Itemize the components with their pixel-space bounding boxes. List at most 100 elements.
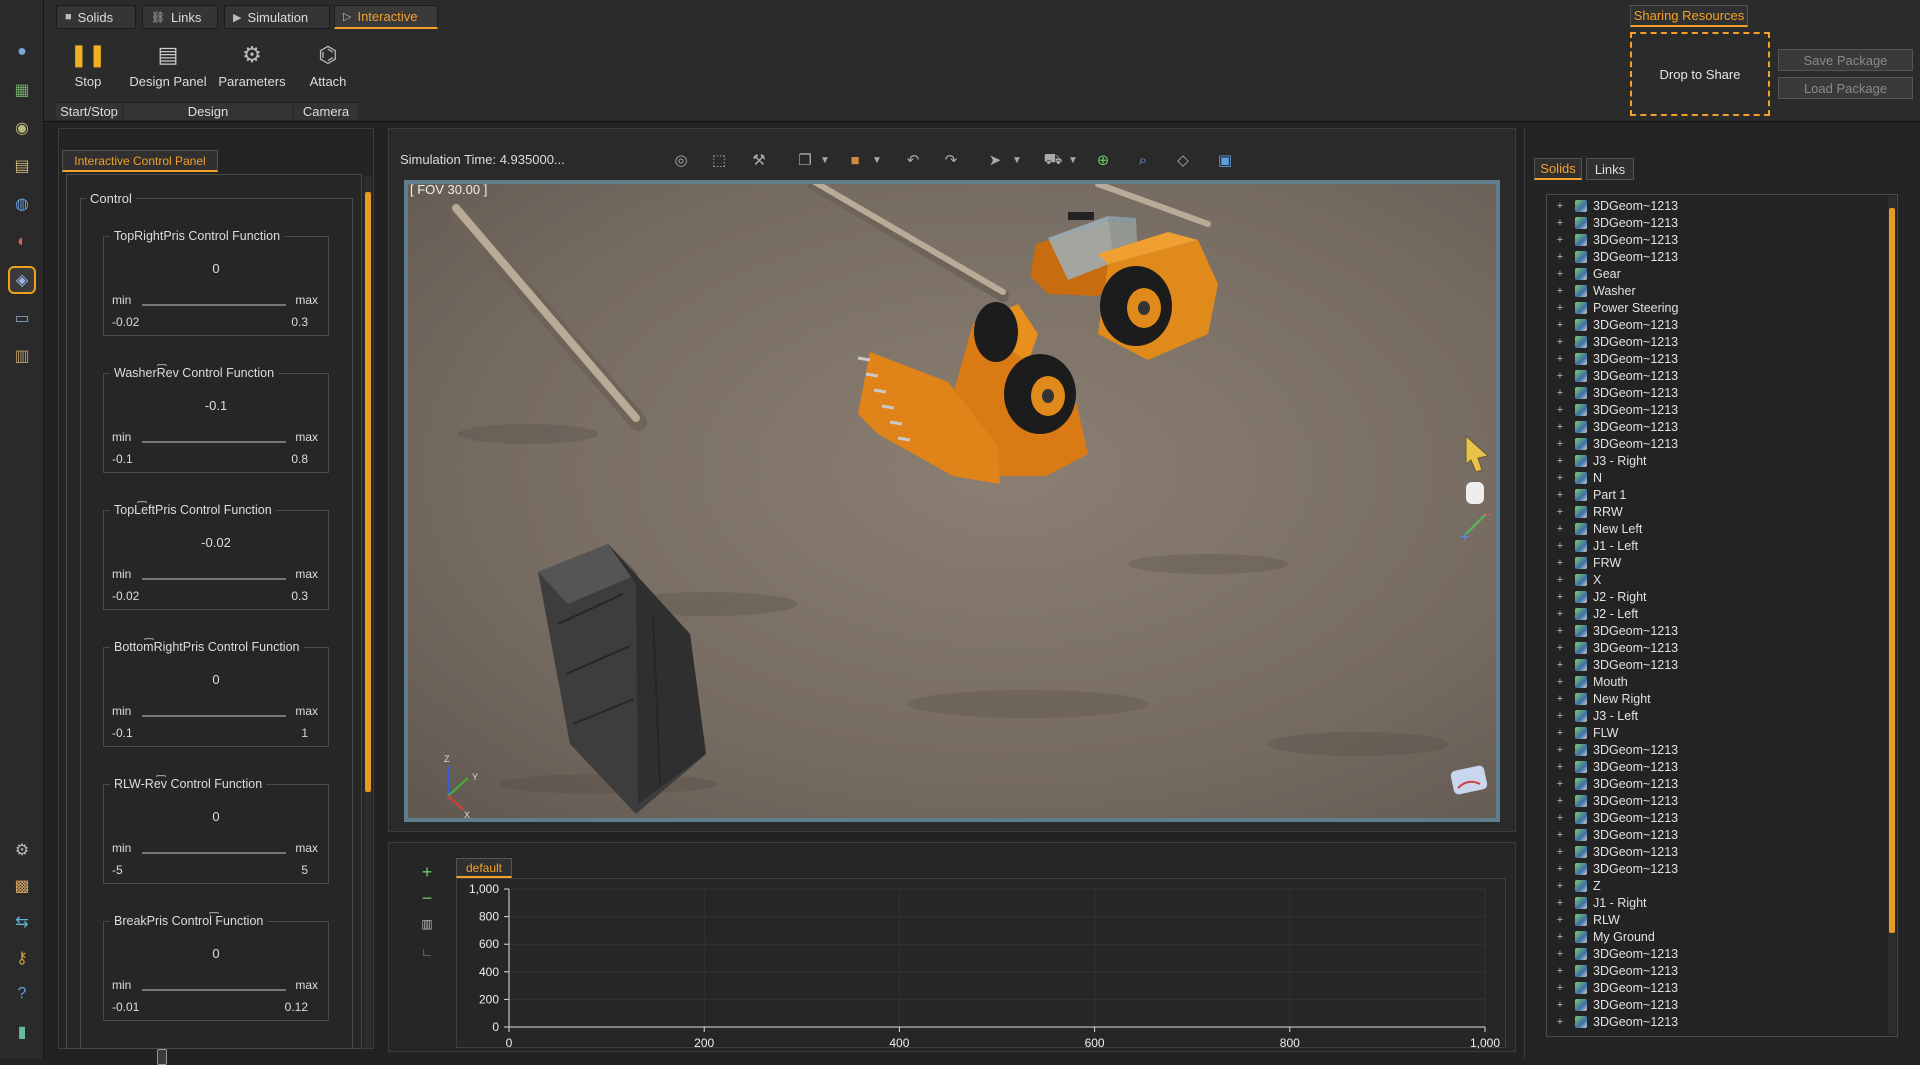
tree-item[interactable]: +3DGeom~1213 bbox=[1547, 962, 1678, 979]
expand-icon[interactable]: + bbox=[1553, 914, 1567, 926]
tree-item[interactable]: +3DGeom~1213 bbox=[1547, 979, 1678, 996]
slider-track[interactable] bbox=[137, 441, 286, 517]
screen-capture-icon[interactable]: ▣ bbox=[1212, 148, 1238, 172]
add-graph-icon[interactable]: + bbox=[414, 860, 440, 884]
expand-icon[interactable]: + bbox=[1553, 608, 1567, 620]
expand-icon[interactable]: + bbox=[1553, 200, 1567, 212]
tree-item[interactable]: + Mouth bbox=[1547, 673, 1628, 690]
tab-interactive[interactable]: ▷ Interactive bbox=[334, 5, 438, 29]
tab-solids-browser[interactable]: Solids bbox=[1534, 158, 1582, 180]
tree-item[interactable]: + FRW bbox=[1547, 554, 1621, 571]
fit-view-icon[interactable]: ⊕ bbox=[1090, 148, 1116, 172]
expand-icon[interactable]: + bbox=[1553, 999, 1567, 1011]
code-icon[interactable]: ▭ bbox=[8, 304, 36, 332]
tree-item[interactable]: + J1 - Left bbox=[1547, 537, 1638, 554]
tree-item[interactable]: +3DGeom~1213 bbox=[1547, 775, 1678, 792]
tree-item[interactable]: +3DGeom~1213 bbox=[1547, 792, 1678, 809]
tree-item[interactable]: +3DGeom~1213 bbox=[1547, 639, 1678, 656]
chevron-down-icon[interactable]: ▼ bbox=[1010, 148, 1024, 172]
expand-icon[interactable]: + bbox=[1553, 744, 1567, 756]
tree-item[interactable]: + New Left bbox=[1547, 520, 1643, 537]
expand-icon[interactable]: + bbox=[1553, 727, 1567, 739]
expand-icon[interactable]: + bbox=[1553, 319, 1567, 331]
slider-handle[interactable] bbox=[157, 1049, 168, 1065]
expand-icon[interactable]: + bbox=[1553, 234, 1567, 246]
key-icon[interactable]: ⚷ bbox=[8, 944, 36, 972]
tree-item[interactable]: +3DGeom~1213 bbox=[1547, 809, 1678, 826]
tree-item[interactable]: +3DGeom~1213 bbox=[1547, 1013, 1678, 1030]
3d-viewport[interactable]: Z Y X + − bbox=[404, 180, 1500, 822]
tree-item[interactable]: + New Right bbox=[1547, 690, 1651, 707]
tree-item[interactable]: + J1 - Right bbox=[1547, 894, 1647, 911]
undo-icon[interactable]: ↶ bbox=[900, 148, 926, 172]
expand-icon[interactable]: + bbox=[1553, 931, 1567, 943]
graph-tab-default[interactable]: default bbox=[456, 858, 512, 878]
camera-icon[interactable]: ◉ bbox=[8, 114, 36, 142]
expand-icon[interactable]: + bbox=[1553, 795, 1567, 807]
expand-icon[interactable]: + bbox=[1553, 438, 1567, 450]
tree-item[interactable]: +3DGeom~1213 bbox=[1547, 826, 1678, 843]
expand-icon[interactable]: + bbox=[1553, 506, 1567, 518]
expand-icon[interactable]: + bbox=[1553, 336, 1567, 348]
tree-item[interactable]: + FLW bbox=[1547, 724, 1619, 741]
expand-icon[interactable]: + bbox=[1553, 455, 1567, 467]
tree-item[interactable]: +3DGeom~1213 bbox=[1547, 435, 1678, 452]
zoom-region-icon[interactable]: ⬚ bbox=[706, 148, 732, 172]
tree-item[interactable]: + Gear bbox=[1547, 265, 1621, 282]
bar-chart-icon[interactable]: ▥ bbox=[414, 912, 440, 936]
select-arrow-icon[interactable]: ➤ bbox=[982, 148, 1008, 172]
expand-icon[interactable]: + bbox=[1553, 659, 1567, 671]
tree-item[interactable]: +3DGeom~1213 bbox=[1547, 843, 1678, 860]
interactive-icon[interactable]: ◈ bbox=[8, 266, 36, 294]
slider-track[interactable] bbox=[142, 578, 286, 654]
box-icon[interactable]: ■ bbox=[842, 148, 868, 172]
stop-button[interactable]: ❚❚ Stop bbox=[70, 40, 107, 89]
tree-item[interactable]: +3DGeom~1213 bbox=[1547, 248, 1678, 265]
expand-icon[interactable]: + bbox=[1553, 370, 1567, 382]
tree-item[interactable]: +3DGeom~1213 bbox=[1547, 214, 1678, 231]
attach-button[interactable]: ⌬ Attach bbox=[306, 40, 350, 89]
parameters-button[interactable]: ⚙ Parameters bbox=[216, 40, 288, 89]
redo-icon[interactable]: ↷ bbox=[938, 148, 964, 172]
tree-item[interactable]: +3DGeom~1213 bbox=[1547, 350, 1678, 367]
expand-icon[interactable]: + bbox=[1553, 489, 1567, 501]
tab-links[interactable]: ⛓ Links bbox=[142, 5, 218, 29]
tree-item[interactable]: + J2 - Left bbox=[1547, 605, 1638, 622]
tree-item[interactable]: +3DGeom~1213 bbox=[1547, 758, 1678, 775]
tree-item[interactable]: +3DGeom~1213 bbox=[1547, 656, 1678, 673]
ground-plane-icon[interactable]: ◇ bbox=[1170, 148, 1196, 172]
chevron-down-icon[interactable]: ▼ bbox=[870, 148, 884, 172]
expand-icon[interactable]: + bbox=[1553, 1016, 1567, 1028]
slider-track[interactable] bbox=[142, 715, 286, 791]
package-icon[interactable]: ▮ bbox=[8, 1018, 36, 1046]
expand-icon[interactable]: + bbox=[1553, 846, 1567, 858]
expand-icon[interactable]: + bbox=[1553, 761, 1567, 773]
tree-item[interactable]: + Washer bbox=[1547, 282, 1636, 299]
expand-icon[interactable]: + bbox=[1553, 472, 1567, 484]
tree-item[interactable]: +3DGeom~1213 bbox=[1547, 860, 1678, 877]
scrollbar-thumb[interactable] bbox=[1889, 208, 1895, 933]
tree-item[interactable]: + Power Steering bbox=[1547, 299, 1679, 316]
measure-icon[interactable]: ⚒ bbox=[746, 148, 772, 172]
scrollbar-thumb[interactable] bbox=[365, 192, 371, 792]
expand-icon[interactable]: + bbox=[1553, 268, 1567, 280]
expand-icon[interactable]: + bbox=[1553, 251, 1567, 263]
expand-icon[interactable]: + bbox=[1553, 693, 1567, 705]
reset-view-icon[interactable]: ◎ bbox=[668, 148, 694, 172]
expand-icon[interactable]: + bbox=[1553, 625, 1567, 637]
expand-icon[interactable]: + bbox=[1553, 302, 1567, 314]
graph-area[interactable]: 0 200 400 600 800 1,000 0 200 400 600 800 1,000 bbox=[456, 878, 1506, 1050]
expand-icon[interactable]: + bbox=[1553, 642, 1567, 654]
search-icon[interactable]: ● bbox=[8, 38, 36, 66]
tree-item[interactable]: +3DGeom~1213 bbox=[1547, 945, 1678, 962]
tree-item[interactable]: + X bbox=[1547, 571, 1602, 588]
expand-icon[interactable]: + bbox=[1553, 523, 1567, 535]
chart-icon[interactable]: ◐ bbox=[8, 228, 36, 256]
transfer-icon[interactable]: ⇆ bbox=[8, 908, 36, 936]
remove-graph-icon[interactable]: − bbox=[414, 886, 440, 910]
expand-icon[interactable]: + bbox=[1553, 812, 1567, 824]
tree-item[interactable]: +3DGeom~1213 bbox=[1547, 367, 1678, 384]
tree-item[interactable]: + J3 - Left bbox=[1547, 707, 1638, 724]
slider-track[interactable] bbox=[142, 852, 286, 928]
model-tree-icon[interactable]: ▦ bbox=[8, 76, 36, 104]
